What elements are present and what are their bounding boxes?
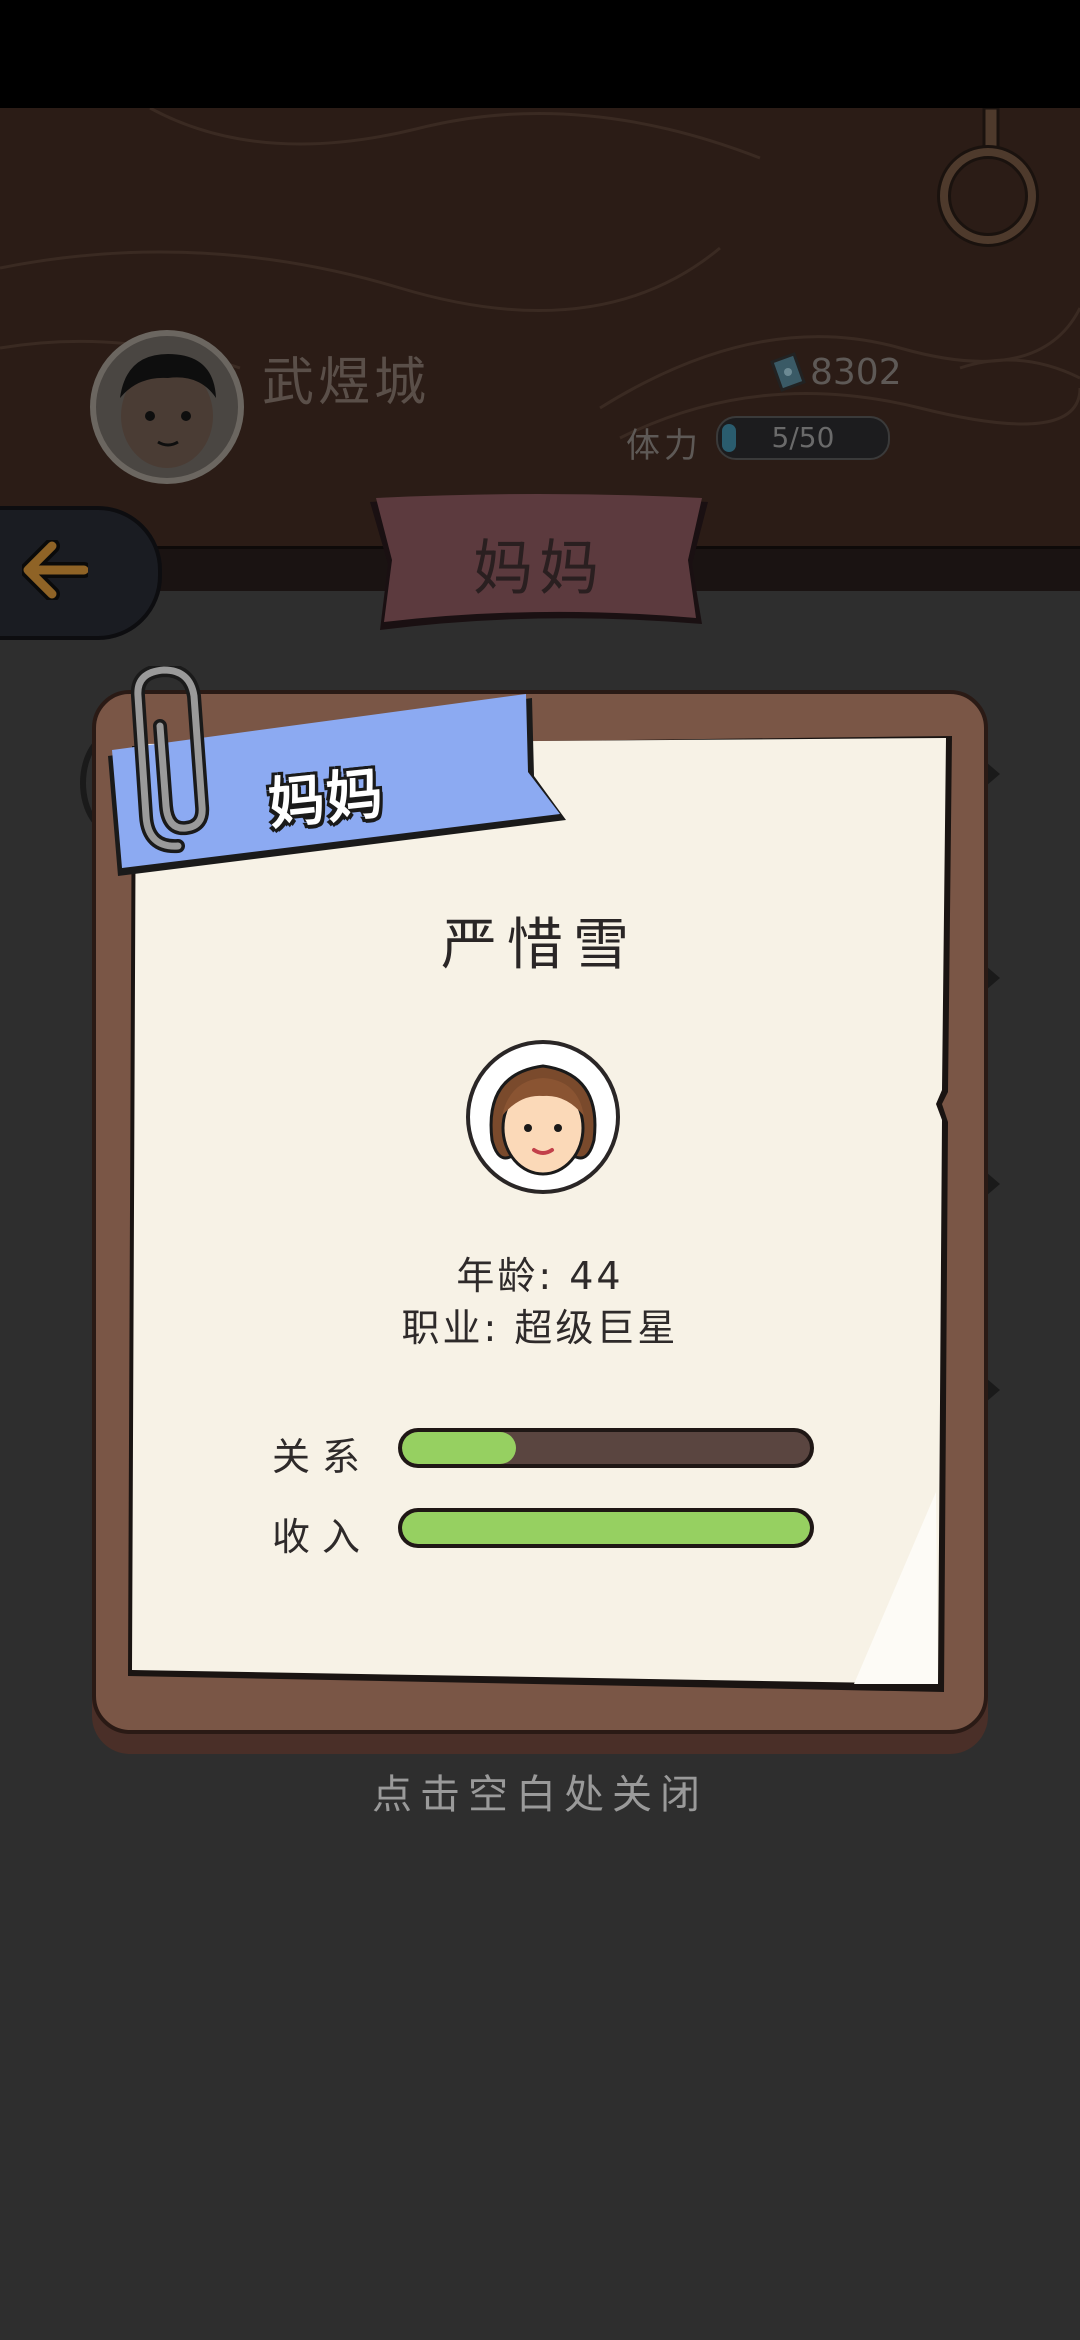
age-line: 年龄: 44 [456, 1254, 624, 1298]
relationship-label: 关系 [272, 1435, 373, 1479]
income-bar [398, 1508, 814, 1548]
character-portrait [466, 1040, 620, 1194]
income-fill [402, 1512, 810, 1544]
back-arrow-icon [22, 540, 88, 600]
ribbon-label: 妈妈 [265, 761, 388, 838]
income-label: 收入 [272, 1515, 373, 1559]
paperclip-icon [130, 666, 210, 854]
close-hint[interactable]: 点击空白处关闭 [0, 1762, 1080, 1820]
stamina-value: 5/50 [771, 421, 835, 454]
money-count: 8302 [810, 352, 902, 393]
stamina-bar: 5/50 [716, 416, 890, 460]
page-title: 妈妈 [473, 534, 605, 604]
status-bar [0, 0, 1080, 108]
character-info: 年龄: 44 职业: 超级巨星 [300, 1250, 780, 1354]
player-name: 武煜城 [262, 353, 431, 413]
back-button[interactable] [0, 506, 162, 640]
job-line: 职业: 超级巨星 [401, 1306, 679, 1350]
money-icon [770, 352, 806, 392]
stamina-label: 体力 [626, 426, 702, 466]
player-avatar[interactable] [90, 330, 244, 484]
ring-hook-icon [937, 108, 1039, 247]
relationship-fill [402, 1432, 517, 1464]
character-name: 严惜雪 [441, 913, 639, 978]
relationship-bar [398, 1428, 814, 1468]
